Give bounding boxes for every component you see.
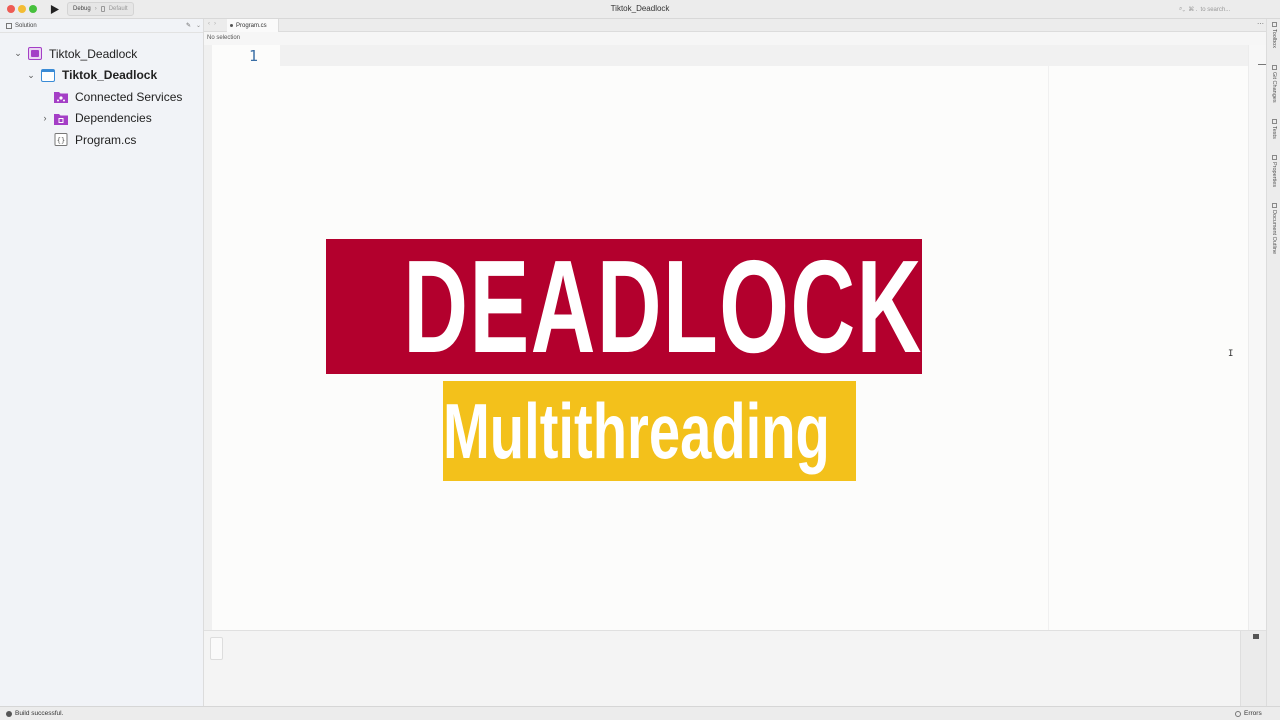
toolbox-icon [1271,22,1277,27]
tree-item-connected-services[interactable]: Connected Services [0,86,204,108]
document-outline-icon [1271,203,1277,208]
device-icon [100,6,105,12]
current-line-highlight[interactable] [280,45,1248,66]
tree-item-label: Program.cs [75,132,137,147]
dock-toolbox[interactable]: Toolbox [1268,22,1280,48]
chevron-down-icon[interactable]: ⌄ [196,22,201,29]
minimize-panel-icon[interactable] [1258,64,1266,65]
tree-item-label: Dependencies [75,111,152,126]
csharp-file-icon: {} [54,133,68,147]
modified-dot-icon [230,24,233,27]
bottom-pad [204,630,1266,707]
line-number-gutter: 1 [212,45,280,66]
tab-label: Program.cs [236,22,267,29]
multithreading-banner: Multithreading [443,381,856,481]
solution-pad-icon [6,22,12,29]
properties-icon [1271,155,1277,160]
tree-item-solution[interactable]: ⌄ Tiktok_Deadlock [0,43,204,65]
config-label: Debug [73,6,91,12]
errors-icon [1235,710,1241,717]
banner-title: DEADLOCK [403,232,923,380]
more-tabs-icon[interactable]: ⋯ [1257,20,1264,28]
bottom-pad-handle[interactable] [210,637,223,660]
dock-properties[interactable]: Properties [1268,155,1280,187]
dock-label: Git Changes [1271,72,1277,103]
target-label: Default [108,6,128,12]
banner-subtitle: Multithreading [443,387,830,475]
title-bar: Debug › Default Tiktok_Deadlock ⌕⌄ ⌘ . t… [0,0,1280,19]
column-guide [1048,66,1049,630]
text-cursor-icon: I [1228,349,1234,359]
dock-label: Document Outline [1271,210,1277,255]
status-message: Build successful. [15,710,64,717]
build-status-icon [6,710,12,717]
disclosure-collapsed-icon[interactable]: › [40,113,50,123]
project-icon [41,68,55,82]
dock-label: Properties [1271,162,1277,188]
zoom-window-button[interactable] [29,5,37,13]
pin-icon[interactable]: ✎ [186,22,191,29]
editor-margin [204,45,212,630]
run-button[interactable] [48,3,60,15]
tab-program-cs[interactable]: Program.cs [227,19,279,32]
solution-panel-header: Solution ✎ ⌄ [0,19,203,33]
navigation-arrows-icon[interactable]: ‹› [208,21,220,27]
path-bar[interactable]: No selection [204,32,1266,45]
search-field[interactable]: ⌕⌄ ⌘ . to search... [1176,3,1274,16]
solution-icon [28,47,42,61]
solution-tree: ⌄ Tiktok_Deadlock ⌄ Tiktok_Deadlock Conn… [0,43,204,151]
disclosure-expanded-icon[interactable]: ⌄ [13,48,23,59]
path-bar-label: No selection [207,35,241,41]
deadlock-banner: DEADLOCK [326,239,922,374]
tree-item-program-cs[interactable]: {} Program.cs [0,129,204,151]
dock-label: Toolbox [1271,29,1277,48]
chevron-right-icon: › [94,6,97,12]
status-bar: Build successful. Errors [0,706,1280,720]
close-window-button[interactable] [7,5,15,13]
command-key-icon: ⌘ . [1188,7,1198,13]
editor-scrollbar[interactable] [1248,45,1266,630]
right-dock: Toolbox Git Changes Tests Properties Doc… [1266,19,1280,706]
line-number: 1 [249,47,259,65]
editor-tab-bar: ‹› Program.cs ⋯ [204,19,1266,32]
tree-item-project[interactable]: ⌄ Tiktok_Deadlock [0,65,204,87]
search-icon: ⌕⌄ [1179,6,1186,12]
git-changes-icon [1271,65,1277,70]
tree-item-dependencies[interactable]: › Dependencies [0,108,204,130]
dock-label: Tests [1271,126,1277,139]
dock-document-outline[interactable]: Document Outline [1268,203,1280,254]
errors-button[interactable]: Errors [1235,710,1262,717]
dock-git-changes[interactable]: Git Changes [1268,65,1280,103]
tree-item-label: Tiktok_Deadlock [62,68,158,83]
connected-services-folder-icon [54,92,68,104]
errors-label: Errors [1244,710,1262,717]
window-title: Tiktok_Deadlock [610,4,670,13]
solution-panel-title: Solution [15,22,37,29]
run-configuration-selector[interactable]: Debug › Default [67,2,134,16]
pad-options-icon[interactable] [1253,634,1259,639]
dependencies-folder-icon [54,113,68,125]
search-placeholder: to search... [1200,6,1231,13]
svg-text:{}: {} [57,137,65,145]
minimize-window-button[interactable] [18,5,26,13]
tests-icon [1271,119,1277,124]
tree-item-label: Tiktok_Deadlock [49,46,138,61]
disclosure-expanded-icon[interactable]: ⌄ [26,70,36,80]
tree-item-label: Connected Services [75,89,183,104]
bottom-pad-sidebar [1240,631,1266,707]
play-icon [50,4,59,14]
dock-tests[interactable]: Tests [1268,119,1280,139]
solution-panel: Solution ✎ ⌄ ⌄ Tiktok_Deadlock ⌄ Tiktok_… [0,19,204,706]
